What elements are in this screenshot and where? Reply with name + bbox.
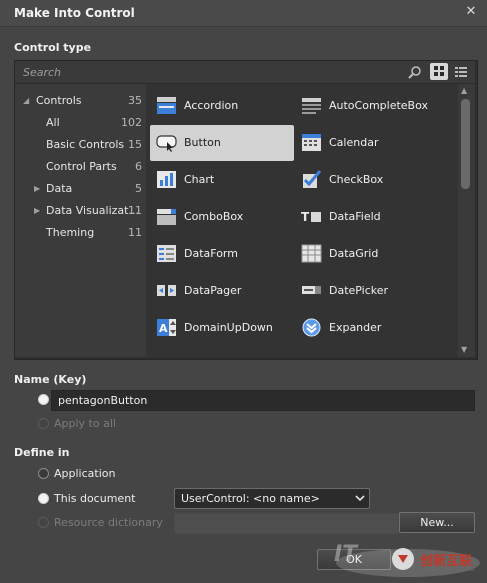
control-item-dataform[interactable]: DataForm <box>150 236 294 270</box>
svg-text:IT: IT <box>334 542 359 567</box>
control-item-datafield[interactable]: T DataField <box>295 199 439 233</box>
this-document-select-value: UserControl: <no name> <box>181 492 320 505</box>
control-item-expander[interactable]: Expander <box>295 310 439 344</box>
control-item-combobox[interactable]: ComboBox <box>150 199 294 233</box>
autocompletebox-icon <box>302 98 321 114</box>
control-item-datepicker[interactable]: DatePicker <box>295 273 439 307</box>
tree-item-theming[interactable]: Theming <box>46 226 94 239</box>
datagrid-icon <box>301 244 322 263</box>
datepicker-icon <box>302 286 321 294</box>
dialog-title: Make Into Control <box>14 6 135 20</box>
scroll-up-icon[interactable]: ▲ <box>461 86 467 95</box>
control-item-autocompletebox[interactable]: AutoCompleteBox <box>295 88 439 122</box>
name-key-value: pentagonButton <box>58 394 148 407</box>
control-item-datapager[interactable]: DataPager <box>150 273 294 307</box>
this-document-label: This document <box>54 492 136 505</box>
control-item-calendar[interactable]: Calendar <box>295 125 439 159</box>
tree-count-control-parts: 6 <box>135 160 142 173</box>
control-item-checkbox[interactable]: CheckBox <box>295 162 439 196</box>
calendar-icon <box>302 134 321 151</box>
tree-count-data-visualization: 11 <box>128 204 142 217</box>
apply-to-all-label: Apply to all <box>54 417 116 430</box>
control-item-datagrid[interactable]: DataGrid <box>295 236 439 270</box>
define-in-heading: Define in <box>14 446 70 459</box>
control-item-chart[interactable]: Chart <box>150 162 294 196</box>
expand-arrow-icon[interactable]: ▶ <box>34 184 40 193</box>
control-item-button[interactable]: Button <box>150 125 294 161</box>
tree-count-data: 5 <box>135 182 142 195</box>
search-input[interactable]: Search <box>23 66 61 79</box>
tree-count-basic-controls: 15 <box>128 138 142 151</box>
search-icon[interactable] <box>408 65 422 79</box>
name-key-input[interactable]: pentagonButton <box>51 390 475 411</box>
controls-grid: Accordion AutoCompleteBox Button Calenda… <box>146 84 458 357</box>
expand-arrow-icon[interactable]: ▶ <box>34 206 40 215</box>
svg-text:T: T <box>301 210 310 224</box>
button-icon <box>156 135 177 152</box>
checkbox-icon <box>303 170 322 188</box>
svg-text:A: A <box>159 322 168 335</box>
tree-count-controls: 35 <box>128 94 142 107</box>
accordion-icon <box>157 97 176 114</box>
expand-arrow-icon[interactable]: ◢ <box>23 96 29 105</box>
scroll-down-icon[interactable]: ▼ <box>461 345 467 354</box>
application-label: Application <box>54 467 116 480</box>
control-item-accordion[interactable]: Accordion <box>150 88 294 122</box>
control-type-heading: Control type <box>14 41 92 54</box>
application-radio[interactable] <box>38 468 49 479</box>
dataform-icon <box>157 245 176 262</box>
tree-count-all: 102 <box>121 116 142 129</box>
this-document-select[interactable]: UserControl: <no name> <box>174 488 370 509</box>
resource-dictionary-radio[interactable] <box>38 517 49 528</box>
expander-icon <box>302 318 321 337</box>
list-view-icon <box>455 67 467 77</box>
grid-view-button[interactable] <box>430 63 448 80</box>
category-tree: ◢ Controls 35 All 102 Basic Controls 15 … <box>15 84 146 357</box>
chevron-down-icon <box>355 495 365 502</box>
datafield-icon: T <box>301 210 321 224</box>
tree-item-control-parts[interactable]: Control Parts <box>46 160 117 173</box>
name-key-heading: Name (Key) <box>14 373 87 386</box>
this-document-radio[interactable] <box>38 493 49 504</box>
tree-count-theming: 11 <box>128 226 142 239</box>
tree-item-controls[interactable]: Controls <box>36 94 82 107</box>
name-radio[interactable] <box>38 394 49 405</box>
tree-item-data[interactable]: Data <box>46 182 72 195</box>
list-view-button[interactable] <box>452 63 470 80</box>
apply-to-all-radio[interactable] <box>38 418 49 429</box>
resource-dictionary-label: Resource dictionary <box>54 516 163 529</box>
watermark-subtext: CHUANG XIN HU LIAN <box>420 567 475 573</box>
grid-view-icon <box>434 66 444 76</box>
control-item-domainupdown[interactable]: A DomainUpDown <box>150 310 294 344</box>
tree-item-basic-controls[interactable]: Basic Controls <box>46 138 124 151</box>
watermark-logo: IT 创新互联 CHUANG XIN HU LIAN <box>328 525 487 580</box>
domainupdown-icon: A <box>157 319 176 336</box>
tree-item-all[interactable]: All <box>46 116 60 129</box>
datapager-icon <box>157 285 176 296</box>
close-icon[interactable]: ✕ <box>463 4 479 20</box>
chart-icon <box>157 171 176 188</box>
search-bar[interactable] <box>15 61 475 84</box>
combobox-icon <box>157 209 176 225</box>
scrollbar-thumb[interactable] <box>461 99 470 189</box>
